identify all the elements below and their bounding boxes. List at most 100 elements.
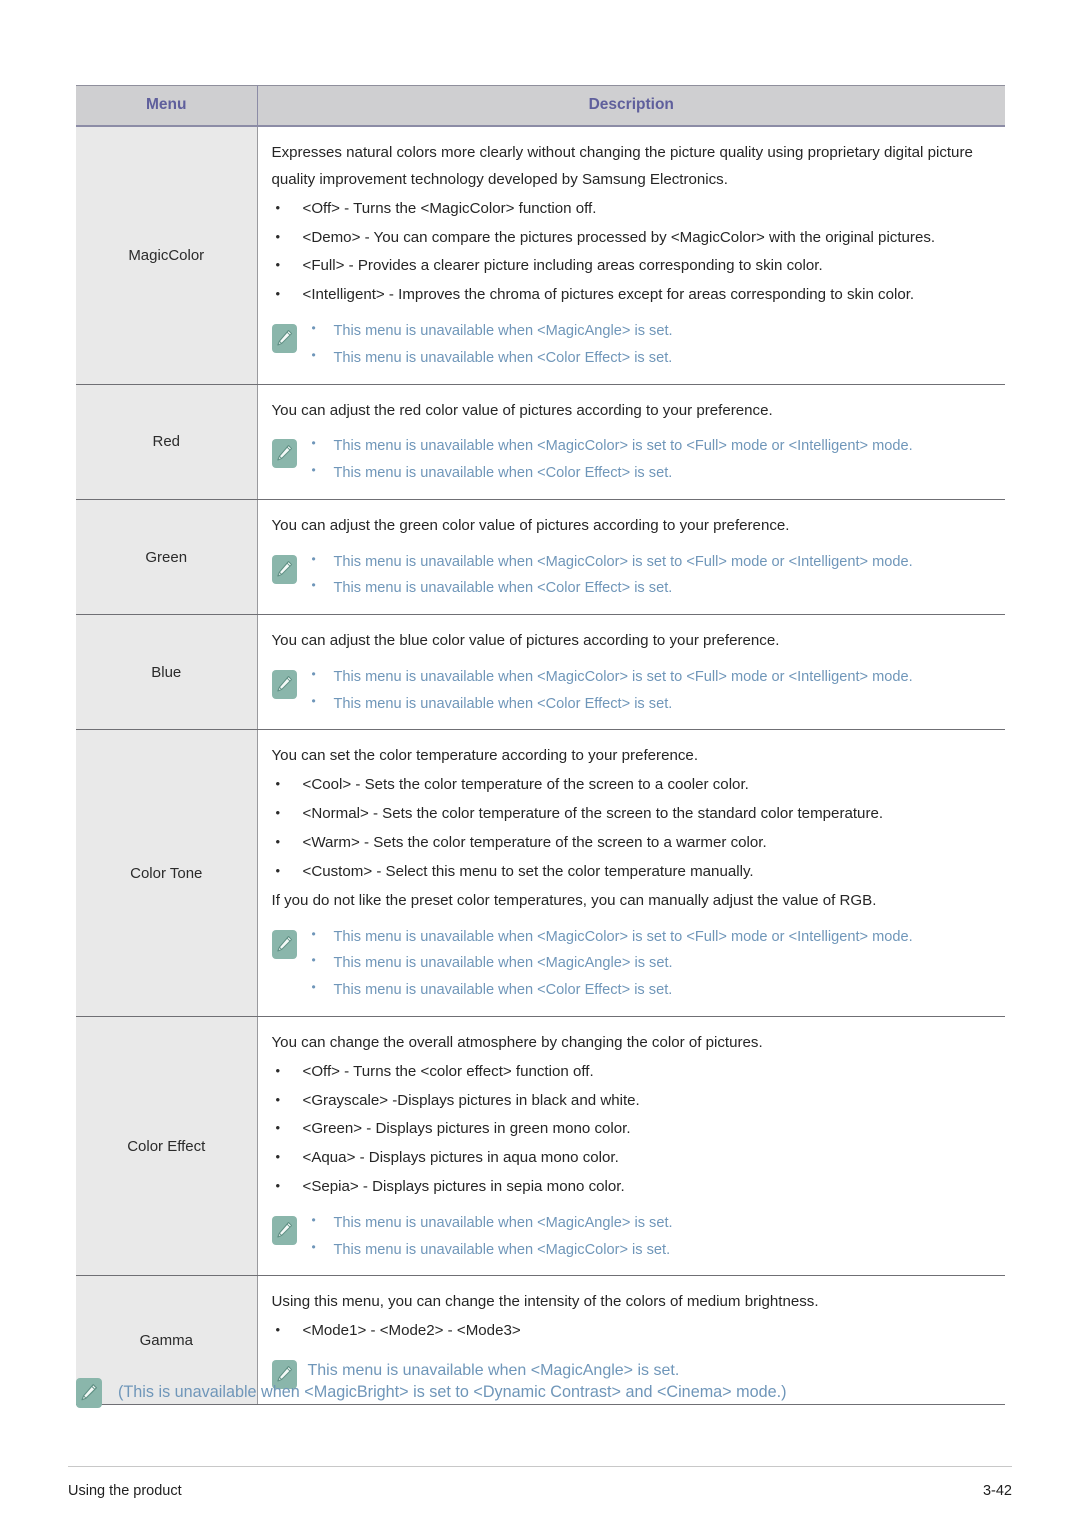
bullet-glyph: • (311, 463, 316, 478)
menu-label: Green (145, 548, 188, 566)
description-paragraph: You can change the overall atmosphere by… (271, 1033, 763, 1051)
bullet-glyph: • (275, 776, 281, 792)
note-text: This menu is unavailable when <MagicAngl… (333, 323, 673, 340)
table-row: Color Tone You can set the color temperat… (76, 729, 1005, 1017)
pencil-note-icon (271, 324, 297, 354)
table-row: MagicColor Expresses natural colors more … (76, 126, 1005, 385)
note-list-item: • This menu is unavailable when <MagicCol… (308, 667, 992, 688)
list-item: • <Normal> - Sets the color temperature o… (272, 801, 992, 828)
description-bullet-list: • <Mode1> - <Mode2> - <Mode3> (272, 1318, 992, 1345)
bullet-glyph: • (311, 693, 316, 708)
description-paragraph: You can set the color temperature accord… (271, 747, 699, 765)
table-row: Red You can adjust the red color value of… (76, 384, 1005, 500)
note-list-item: • This menu is unavailable when <MagicAng… (308, 321, 992, 342)
description-cell: You can change the overall atmosphere by… (257, 1016, 1005, 1277)
footer-note-text: (This is unavailable when <MagicBright> … (118, 1383, 787, 1401)
menu-label: Color Tone (130, 864, 203, 882)
note-list-item: • This menu is unavailable when <Color Ef… (308, 980, 992, 1001)
note-body: • This menu is unavailable when <MagicAng… (308, 321, 992, 368)
note-text: This menu is unavailable when <Color Eff… (333, 580, 673, 597)
table-row: Blue You can adjust the blue color value … (76, 614, 1005, 731)
menu-cell: Green (76, 499, 258, 616)
list-item: • <Off> - Turns the <MagicColor> function… (272, 196, 992, 223)
note-text: This menu is unavailable when <MagicAngl… (333, 1214, 673, 1231)
bullet-glyph: • (275, 1322, 281, 1338)
note-block: • This menu is unavailable when <MagicCol… (271, 927, 992, 1001)
note-body: • This menu is unavailable when <MagicCol… (308, 552, 992, 599)
document-page: Menu Description MagicColor Expresses nat… (0, 0, 1080, 1527)
note-text: This menu is unavailable when <Color Eff… (333, 982, 673, 999)
note-list: • This menu is unavailable when <MagicAng… (308, 1213, 992, 1260)
list-item: • <Warm> - Sets the color temperature of … (272, 830, 992, 857)
table-row: Green You can adjust the green color valu… (76, 499, 1005, 616)
description-trailing-paragraph: If you do not like the preset color temp… (271, 891, 877, 909)
menu-cell: MagicColor (76, 126, 258, 385)
description-bullet-list: • <Off> - Turns the <color effect> functi… (272, 1059, 992, 1201)
note-list-item: • This menu is unavailable when <MagicAng… (308, 1213, 992, 1234)
menu-description-table: Menu Description MagicColor Expresses nat… (76, 85, 1005, 1406)
footer-section-label: Using the product (68, 1483, 182, 1499)
note-text: This menu is unavailable when <MagicAngl… (333, 955, 673, 972)
note-list: • This menu is unavailable when <MagicCol… (308, 436, 992, 483)
note-list-item: • This menu is unavailable when <MagicCol… (308, 1240, 992, 1261)
list-item: • <Green> - Displays pictures in green mo… (272, 1116, 992, 1143)
list-item-text: <Full> - Provides a clearer picture incl… (302, 257, 823, 275)
note-list-item: • This menu is unavailable when <MagicCol… (308, 552, 992, 573)
bullet-glyph: • (275, 1178, 281, 1194)
list-item: • <Custom> - Select this menu to set the … (272, 859, 992, 886)
bullet-glyph: • (275, 805, 281, 821)
page-footer: Using the product 3-42 (68, 1466, 1012, 1499)
list-item: • <Aqua> - Displays pictures in aqua mono… (272, 1145, 992, 1172)
description-cell: Expresses natural colors more clearly wi… (257, 126, 1005, 385)
menu-cell: Blue (76, 614, 258, 731)
list-item: • <Intelligent> - Improves the chroma of … (272, 282, 992, 309)
menu-cell: Color Tone (76, 729, 258, 1017)
bullet-glyph: • (275, 1091, 281, 1107)
column-header-description: Description (257, 85, 1005, 127)
menu-cell: Red (76, 384, 258, 500)
bullet-glyph: • (275, 862, 281, 878)
note-block: • This menu is unavailable when <MagicCol… (271, 552, 992, 599)
note-list-item: • This menu is unavailable when <Color Ef… (308, 463, 992, 484)
note-list-item: • This menu is unavailable when <Color Ef… (308, 578, 992, 599)
footer-divider (68, 1466, 1012, 1467)
list-item-text: <Custom> - Select this menu to set the c… (302, 862, 754, 880)
bullet-glyph: • (275, 1062, 281, 1078)
list-item-text: <Intelligent> - Improves the chroma of p… (302, 286, 915, 304)
bullet-glyph: • (275, 257, 281, 273)
note-list-item: • This menu is unavailable when <Color Ef… (308, 348, 992, 369)
list-item-text: <Mode1> - <Mode2> - <Mode3> (302, 1322, 521, 1340)
bullet-glyph: • (311, 953, 316, 968)
list-item-text: <Cool> - Sets the color temperature of t… (302, 776, 749, 794)
list-item: • <Off> - Turns the <color effect> functi… (272, 1059, 992, 1086)
description-paragraph: Expresses natural colors more clearly wi… (271, 144, 973, 188)
description-paragraph: You can adjust the green color value of … (271, 516, 790, 534)
note-list: • This menu is unavailable when <MagicCol… (308, 667, 992, 714)
bullet-glyph: • (311, 436, 316, 451)
list-item-text: <Normal> - Sets the color temperature of… (302, 805, 884, 823)
list-item-text: <Grayscale> -Displays pictures in black … (302, 1091, 640, 1109)
bullet-glyph: • (311, 578, 316, 593)
pencil-note-icon (271, 670, 297, 700)
description-cell: You can set the color temperature accord… (257, 729, 1005, 1017)
list-item: • <Full> - Provides a clearer picture inc… (272, 253, 992, 280)
bullet-glyph: • (275, 834, 281, 850)
bullet-glyph: • (275, 1120, 281, 1136)
menu-label: Red (152, 433, 181, 451)
list-item: • <Grayscale> -Displays pictures in black… (272, 1088, 992, 1115)
pencil-note-icon (271, 554, 297, 584)
menu-label: Blue (151, 663, 182, 681)
note-body: • This menu is unavailable when <MagicCol… (308, 927, 992, 1001)
pencil-note-icon (271, 929, 297, 959)
bullet-glyph: • (311, 667, 316, 682)
description-cell: You can adjust the green color value of … (257, 499, 1005, 616)
note-body: • This menu is unavailable when <MagicAng… (308, 1213, 992, 1260)
note-list-item: • This menu is unavailable when <MagicCol… (308, 436, 992, 457)
bullet-glyph: • (275, 1149, 281, 1165)
bullet-glyph: • (311, 1212, 316, 1227)
note-text: This menu is unavailable when <MagicColo… (333, 553, 913, 570)
pencil-note-icon (76, 1378, 102, 1408)
note-body: • This menu is unavailable when <MagicCol… (308, 436, 992, 483)
menu-cell: Color Effect (76, 1016, 258, 1277)
bullet-glyph: • (311, 551, 316, 566)
